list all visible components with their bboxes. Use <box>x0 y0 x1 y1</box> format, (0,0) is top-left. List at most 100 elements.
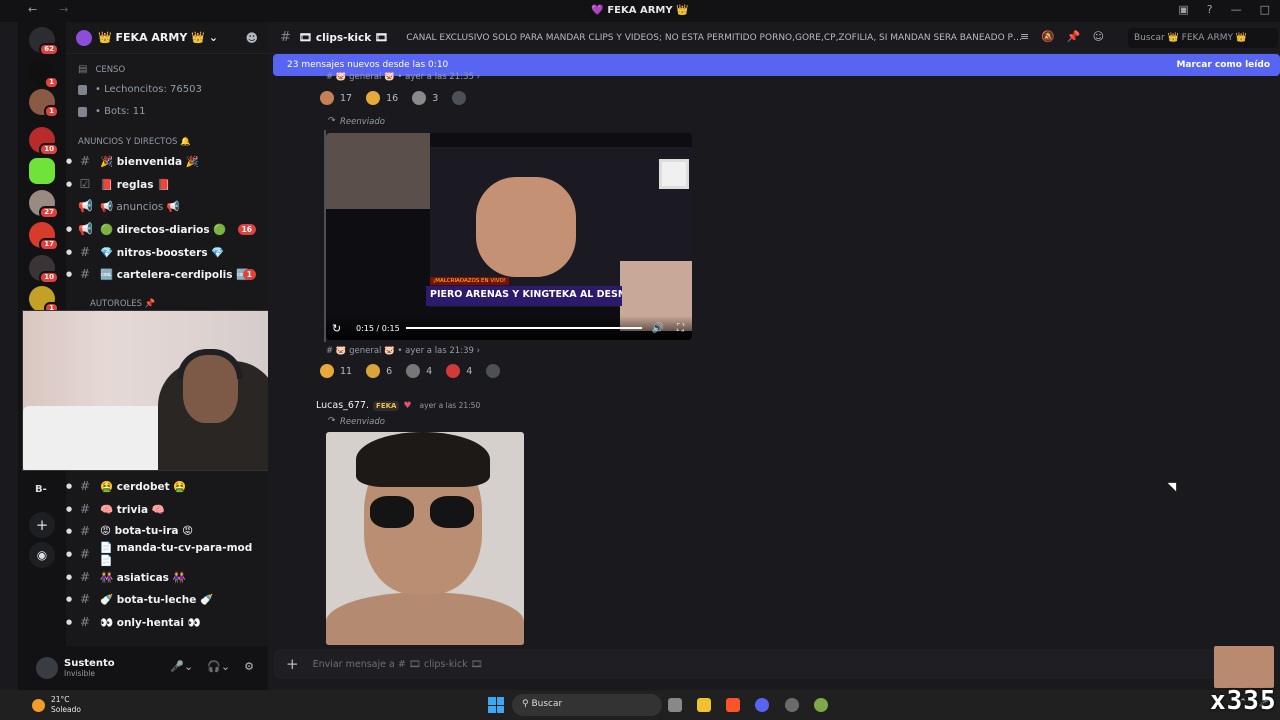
pin-icon[interactable]: 📌 <box>1067 30 1081 43</box>
chrome-icon[interactable] <box>785 698 799 712</box>
server-icon[interactable]: 27 <box>29 190 59 219</box>
guild-header[interactable]: 👑 FEKA ARMY 👑 ⌄ ☻ <box>66 22 268 54</box>
weather-widget[interactable]: 21°C Soleado <box>32 695 81 715</box>
reaction[interactable]: 11 <box>316 361 356 381</box>
reaction[interactable]: 3 <box>408 88 442 108</box>
stream-person <box>476 177 576 277</box>
maximize-icon[interactable]: □ <box>1260 3 1270 16</box>
threads-icon[interactable]: ≡ <box>1020 30 1029 43</box>
bell-off-icon[interactable]: 🔕 <box>1041 30 1055 43</box>
channel-cartelera-cerdipolis[interactable]: ● # 🆒 cartelera-cerdipolis 🆒 1 <box>66 264 268 284</box>
reaction-count: 16 <box>386 92 399 104</box>
server-tag[interactable]: FEKA <box>373 400 400 411</box>
corner-reaction-image <box>1214 646 1274 688</box>
minimize-icon[interactable]: — <box>1231 3 1242 16</box>
channel-asiaticas[interactable]: ● # 👭 asiaticas 👭 <box>66 567 268 587</box>
server-badge: 27 <box>39 206 59 219</box>
bots-count: • Bots: 11 <box>95 106 146 117</box>
lechoncitos-row: • Lechoncitos: 76503 <box>78 84 202 95</box>
gear-icon[interactable]: ⚙ <box>244 660 254 673</box>
message-composer[interactable]: + Enviar mensaje a # 🎞 clips-kick 🎞 🎁 ▩ <box>274 649 1274 679</box>
channel-only-hentai[interactable]: ● # 👀 only-hentai 👀 <box>66 612 268 632</box>
title-bar: ← → 💜 FEKA ARMY 👑 ▣ ? — □ <box>0 0 1280 22</box>
avatar[interactable] <box>36 657 58 679</box>
reaction[interactable]: 4 <box>442 361 476 381</box>
discord-icon[interactable] <box>755 698 769 712</box>
forwarded-label: Reenviado <box>340 117 385 127</box>
volume-icon[interactable]: 🔊 <box>652 323 664 334</box>
channel-anuncios[interactable]: 📢 📢 anuncios 📢 <box>66 196 268 216</box>
reactions-row: 17 16 3 <box>316 88 470 108</box>
reaction[interactable]: 17 <box>316 88 356 108</box>
channel-topic[interactable]: CANAL EXCLUSIVO SOLO PARA MANDAR CLIPS Y… <box>406 33 1024 43</box>
reaction[interactable]: 16 <box>362 88 402 108</box>
megaphone-icon: 📢 <box>78 222 93 236</box>
brave-browser-icon[interactable] <box>726 698 740 712</box>
microphone-icon[interactable]: 🎤⌄ <box>170 660 193 673</box>
file-explorer-icon[interactable] <box>697 698 711 712</box>
channel-manda-tu-cv[interactable]: ● # 📄 manda-tu-cv-para-mod 📄 <box>66 542 268 567</box>
channel-trivia[interactable]: ● # 🧠 trivia 🧠 <box>66 499 268 519</box>
members-icon[interactable]: ☺ <box>1093 30 1104 43</box>
search-input[interactable]: Buscar 👑 FEKA ARMY 👑 <box>1128 28 1278 48</box>
rules-icon: ☑ <box>79 177 91 191</box>
channel-bienvenida[interactable]: ● # 🎉 bienvenida 🎉 <box>66 151 268 171</box>
server-icon[interactable] <box>29 158 55 184</box>
mark-as-read-button[interactable]: Marcar como leído <box>1176 60 1270 70</box>
unread-dot: ● <box>66 550 73 558</box>
add-server-icon[interactable]: + <box>29 512 55 538</box>
headphones-icon[interactable]: 🎧⌄ <box>207 660 230 673</box>
fullscreen-icon[interactable]: ⛶ <box>677 323 684 334</box>
add-reaction-button[interactable] <box>482 361 504 381</box>
forward-origin[interactable]: # 🐷 general 🐷 • ayer a las 21:35 › <box>326 72 480 82</box>
role-icon: ♥ <box>403 400 412 411</box>
composer-input[interactable]: Enviar mensaje a # 🎞 clips-kick 🎞 <box>313 659 483 670</box>
author-name[interactable]: Lucas_677. <box>316 400 369 411</box>
chat-area: # 🎞 clips-kick 🎞 CANAL EXCLUSIVO SOLO PA… <box>268 22 1280 690</box>
unread-dot: ● <box>66 225 73 233</box>
replay-icon[interactable]: ↻ <box>332 322 341 335</box>
sunglasses-icon <box>370 496 414 528</box>
header-tools: ≡ 🔕 📌 ☺ <box>1020 30 1104 43</box>
add-reaction-button[interactable] <box>448 88 470 108</box>
video-player[interactable]: ¡MALCRIADAZOS EN VIVO! PIERO ARENAS Y KI… <box>326 133 692 340</box>
server-folder-label[interactable]: B- <box>35 484 47 495</box>
app-icon[interactable] <box>814 698 828 712</box>
channel-directos-diarios[interactable]: ● 📢 🟢 directos-diarios 🟢 16 <box>66 219 268 239</box>
reaction-count: 4 <box>426 365 433 377</box>
channel-reglas[interactable]: ● ☑ 📕 reglas 📕 <box>66 174 268 194</box>
server-icon[interactable]: 1 <box>29 89 59 118</box>
add-member-icon[interactable]: ☻ <box>245 31 258 45</box>
username[interactable]: Sustento <box>64 658 115 669</box>
task-view-icon[interactable] <box>668 698 682 712</box>
census-row[interactable]: ▤ CENSO <box>78 64 125 75</box>
channel-nitros-boosters[interactable]: ● # 💎 nitros-boosters 💎 <box>66 242 268 262</box>
channel-bota-tu-ira[interactable]: ● # 😡 bota-tu-ira 😡 <box>66 521 268 541</box>
channel-cerdobet[interactable]: ● # 🤮 cerdobet 🤮 <box>66 476 268 496</box>
help-icon[interactable]: ? <box>1207 3 1213 16</box>
inbox-icon[interactable]: ▣ <box>1178 3 1188 16</box>
video-progress[interactable] <box>406 327 642 329</box>
guild-name: 👑 FEKA ARMY 👑 <box>98 31 205 44</box>
image-attachment[interactable] <box>326 432 524 645</box>
taskbar-search-label: Buscar <box>531 699 563 709</box>
category-autoroles[interactable]: AUTOROLES 📌 <box>90 299 155 309</box>
channel-label: 🆒 cartelera-cerdipolis 🆒 <box>100 268 250 281</box>
category-announcements[interactable]: ANUNCIOS Y DIRECTOS 🔔 <box>78 137 191 147</box>
server-icon[interactable]: 1 <box>29 60 59 89</box>
channel-bota-tu-leche[interactable]: ● # 🍼 bota-tu-leche 🍼 <box>66 589 268 609</box>
home-server-icon[interactable]: 62 <box>29 27 59 56</box>
server-icon[interactable]: 1 <box>29 286 59 315</box>
taskbar-search[interactable]: ⚲ Buscar <box>512 694 662 716</box>
server-icon[interactable]: 10 <box>29 255 59 284</box>
attach-plus-icon[interactable]: + <box>286 655 299 673</box>
server-icon[interactable]: 17 <box>29 222 59 251</box>
reaction[interactable]: 4 <box>402 361 436 381</box>
unread-dot: ● <box>66 248 73 256</box>
hash-icon: # <box>79 524 91 538</box>
server-icon[interactable]: 10 <box>29 127 59 156</box>
discover-icon[interactable]: ◉ <box>29 542 55 568</box>
windows-start-icon[interactable] <box>488 697 504 713</box>
forward-origin[interactable]: # 🐷 general 🐷 • ayer a las 21:39 › <box>326 346 480 356</box>
reaction[interactable]: 6 <box>362 361 396 381</box>
